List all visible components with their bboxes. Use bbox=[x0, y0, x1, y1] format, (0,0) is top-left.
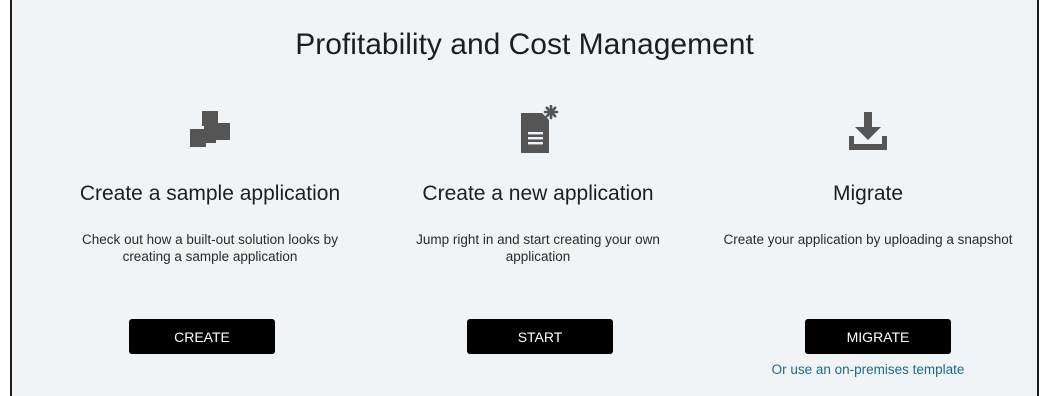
on-premises-template-link[interactable]: Or use an on-premises template bbox=[708, 362, 1028, 377]
card-heading: Migrate bbox=[832, 182, 904, 205]
sample-application-card: Create a sample application Check out ho… bbox=[50, 102, 370, 271]
card-description: Jump right in and start creating your ow… bbox=[416, 232, 660, 264]
new-document-icon bbox=[378, 102, 698, 160]
sample-app-blocks-icon bbox=[50, 102, 370, 160]
card-description: Check out how a built-out solution looks… bbox=[82, 232, 338, 264]
page-title: Profitability and Cost Management bbox=[295, 28, 754, 61]
new-application-card: Create a new application Jump right in a… bbox=[378, 102, 698, 271]
migrate-card: Migrate Create your application by uploa… bbox=[708, 102, 1028, 271]
card-heading: Create a sample application bbox=[79, 182, 341, 205]
card-description: Create your application by uploading a s… bbox=[723, 232, 1013, 247]
card-heading: Create a new application bbox=[422, 182, 654, 205]
download-tray-icon bbox=[708, 102, 1028, 160]
start-button[interactable]: START bbox=[467, 319, 613, 354]
landing-panel: Profitability and Cost Management Create… bbox=[10, 0, 1039, 396]
create-button[interactable]: CREATE bbox=[129, 319, 275, 354]
migrate-button[interactable]: MIGRATE bbox=[805, 319, 951, 354]
